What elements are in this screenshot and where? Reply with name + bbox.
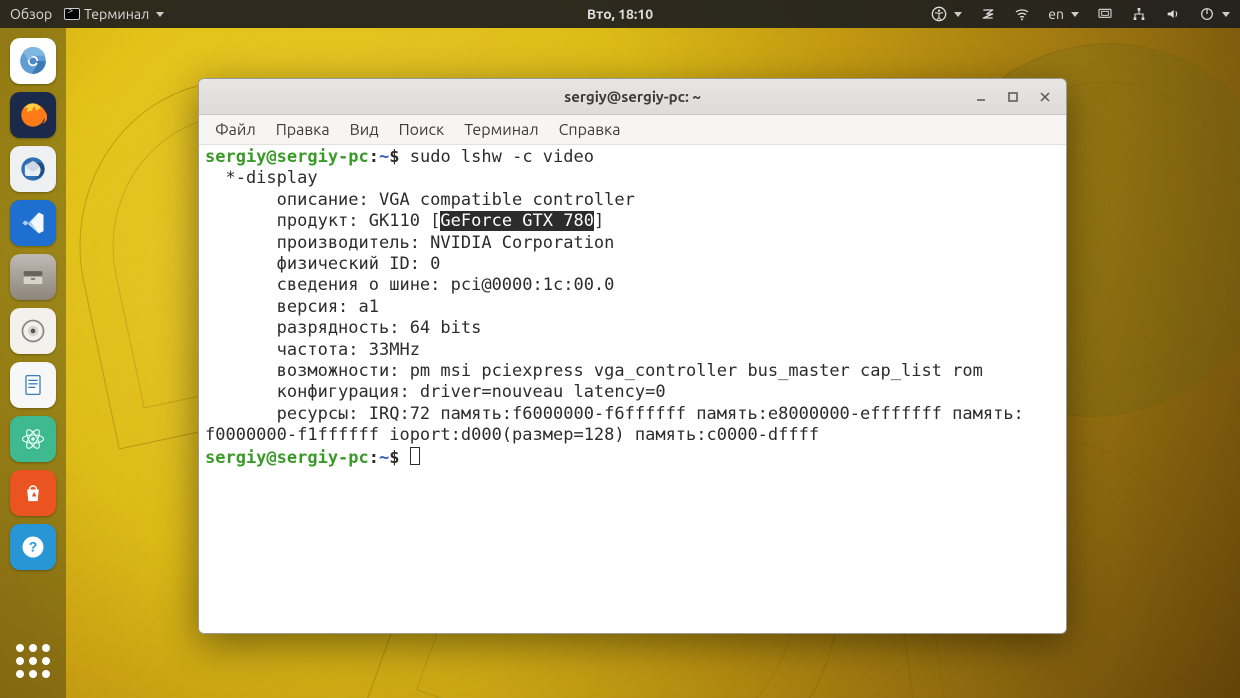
prompt-user-host: sergiy@sergiy-pc — [205, 147, 369, 167]
output-line: *-display — [205, 168, 318, 188]
atom-icon — [19, 425, 47, 453]
gnome-dock: ? — [0, 28, 66, 698]
terminal-output-area[interactable]: sergiy@sergiy-pc:~$ sudo lshw -c video *… — [199, 145, 1066, 633]
dock-files[interactable] — [10, 254, 56, 300]
network-menu[interactable] — [1014, 6, 1030, 22]
dock-help[interactable]: ? — [10, 524, 56, 570]
output-line: описание: VGA compatible controller — [205, 190, 635, 210]
chevron-down-icon — [1071, 12, 1079, 17]
menu-search[interactable]: Поиск — [391, 118, 453, 142]
output-line: частота: 33MHz — [205, 340, 420, 360]
chevron-down-icon — [1222, 12, 1230, 17]
files-icon — [19, 263, 47, 291]
volume-menu[interactable] — [1165, 6, 1181, 22]
menu-terminal[interactable]: Терминал — [456, 118, 546, 142]
volume-icon — [1165, 6, 1181, 22]
speaker-icon — [19, 317, 47, 345]
prompt-path: ~ — [379, 448, 389, 468]
clock-button[interactable]: Вто, 18:10 — [587, 6, 653, 22]
prompt-path: ~ — [379, 147, 389, 167]
thunderbird-icon — [19, 155, 47, 183]
menu-help[interactable]: Справка — [551, 118, 629, 142]
window-titlebar[interactable]: sergiy@sergiy-pc: ~ — [199, 79, 1066, 115]
output-line: возможности: pm msi pciexpress vga_contr… — [205, 361, 983, 381]
app-menu-button[interactable]: Терминал — [64, 6, 164, 22]
wired-network-indicator[interactable] — [1131, 6, 1147, 22]
window-maximize-button[interactable] — [998, 85, 1028, 109]
power-menu[interactable] — [1199, 6, 1230, 22]
entered-command: sudo lshw -c video — [410, 147, 594, 167]
output-line: ресурсы: IRQ:72 память:f6000000-f6ffffff… — [205, 404, 1024, 424]
gnome-top-panel: Обзор Терминал Вто, 18:10 en — [0, 0, 1240, 28]
firefox-icon — [19, 101, 47, 129]
prompt-user-host: sergiy@sergiy-pc — [205, 448, 369, 468]
writer-icon — [19, 371, 47, 399]
power-icon — [1199, 6, 1215, 22]
dock-firefox[interactable] — [10, 92, 56, 138]
keyboard-layout-menu[interactable]: en — [1048, 6, 1079, 22]
show-applications-button[interactable] — [10, 638, 56, 684]
dock-rhythmbox[interactable] — [10, 308, 56, 354]
zorin-icon — [980, 6, 996, 22]
vscode-icon — [19, 209, 47, 237]
dock-thunderbird[interactable] — [10, 146, 56, 192]
terminal-window: sergiy@sergiy-pc: ~ Файл Правка Вид Поис… — [198, 78, 1067, 634]
output-line: ] — [594, 211, 604, 231]
shopping-bag-icon — [19, 479, 47, 507]
terminal-cursor — [410, 447, 420, 465]
window-minimize-button[interactable] — [966, 85, 996, 109]
dock-writer[interactable] — [10, 362, 56, 408]
activities-button[interactable]: Обзор — [10, 6, 52, 22]
display-icon — [1097, 6, 1113, 22]
prompt-separator: : — [369, 448, 379, 468]
svg-text:?: ? — [29, 539, 38, 555]
chevron-down-icon — [156, 12, 164, 17]
menu-file[interactable]: Файл — [207, 118, 264, 142]
chromium-icon — [19, 47, 47, 75]
output-line: f0000000-f1ffffff ioport:d000(размер=128… — [205, 425, 819, 445]
output-line: физический ID: 0 — [205, 254, 440, 274]
terminal-menubar: Файл Правка Вид Поиск Терминал Справка — [199, 115, 1066, 145]
wifi-icon — [1014, 6, 1030, 22]
keyboard-layout-label: en — [1048, 6, 1064, 22]
zorin-menu[interactable] — [980, 6, 996, 22]
dock-software[interactable] — [10, 470, 56, 516]
selected-text: GeForce GTX 780 — [440, 211, 594, 231]
screen-indicator[interactable] — [1097, 6, 1113, 22]
help-icon: ? — [19, 533, 47, 561]
output-line: продукт: GK110 [ — [205, 211, 440, 231]
window-close-button[interactable] — [1030, 85, 1060, 109]
dock-chromium[interactable] — [10, 38, 56, 84]
ethernet-icon — [1131, 6, 1147, 22]
menu-edit[interactable]: Правка — [268, 118, 338, 142]
app-menu-label: Терминал — [84, 6, 149, 22]
accessibility-menu[interactable] — [931, 6, 962, 22]
dock-atom[interactable] — [10, 416, 56, 462]
terminal-icon — [64, 8, 80, 20]
output-line: сведения о шине: pci@0000:1c:00.0 — [205, 275, 614, 295]
dock-vscode[interactable] — [10, 200, 56, 246]
window-title: sergiy@sergiy-pc: ~ — [564, 88, 701, 105]
prompt-separator: : — [369, 147, 379, 167]
accessibility-icon — [931, 6, 947, 22]
output-line: версия: a1 — [205, 297, 379, 317]
output-line: производитель: NVIDIA Corporation — [205, 233, 614, 253]
prompt-symbol: $ — [389, 147, 409, 167]
output-line: конфигурация: driver=nouveau latency=0 — [205, 382, 666, 402]
prompt-symbol: $ — [389, 448, 409, 468]
chevron-down-icon — [954, 12, 962, 17]
menu-view[interactable]: Вид — [342, 118, 387, 142]
output-line: разрядность: 64 bits — [205, 318, 481, 338]
